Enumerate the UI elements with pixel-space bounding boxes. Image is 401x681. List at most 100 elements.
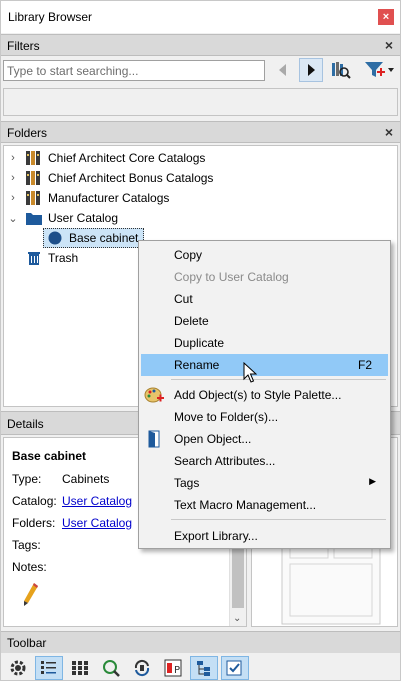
books-icon [25, 190, 43, 206]
menu-item-shortcut: F2 [357, 358, 372, 372]
forward-arrow-icon[interactable] [299, 58, 323, 82]
submenu-arrow-icon: ▶ [369, 476, 376, 486]
search-row [1, 58, 400, 86]
menu-item-label: Text Macro Management... [174, 498, 317, 512]
menu-item-copy-to-user-catalog[interactable]: Copy to User Catalog [141, 266, 388, 288]
chevron-down-icon[interactable]: ⌄ [7, 212, 19, 225]
menu-item-cut[interactable]: Cut [141, 288, 388, 310]
chevron-right-icon[interactable]: › [7, 152, 19, 164]
menu-item-open-object[interactable]: Open Object... [141, 428, 388, 450]
filters-close-button[interactable]: × [385, 37, 393, 53]
detail-key: Tags: [12, 538, 41, 552]
menu-item-tags[interactable]: Tags ▶ [141, 472, 388, 494]
checklist-icon[interactable] [221, 656, 249, 680]
toolbar-title: Toolbar [7, 636, 47, 650]
menu-item-export-library[interactable]: Export Library... [141, 525, 388, 547]
detail-row-type: Type: Cabinets [12, 472, 109, 486]
refresh-search-icon[interactable] [97, 656, 125, 680]
tree-item-base-cabinet[interactable]: Base cabinet [43, 228, 145, 248]
tree-view-icon[interactable] [190, 656, 218, 680]
menu-item-label: Add Object(s) to Style Palette... [174, 388, 342, 402]
edit-pencil-icon[interactable] [22, 582, 40, 611]
detail-row-folders: Folders: User Catalog [12, 516, 132, 530]
menu-separator [171, 379, 386, 380]
menu-item-add-to-style-palette[interactable]: Add Object(s) to Style Palette... [141, 384, 388, 406]
tree-item-user-catalog[interactable]: ⌄ User Catalog [7, 208, 118, 228]
object-name: Base cabinet [12, 449, 87, 463]
window-close-button[interactable]: × [378, 9, 394, 25]
menu-item-label: Open Object... [174, 432, 252, 446]
menu-item-label: Rename [174, 358, 220, 372]
title-bar: Library Browser × [1, 1, 400, 33]
library-search-icon[interactable] [329, 58, 353, 82]
filters-title: Filters [7, 39, 40, 53]
folder-icon [25, 210, 43, 226]
filters-header: Filters × [1, 34, 400, 56]
detail-key: Catalog: [12, 494, 57, 508]
chevron-right-icon[interactable]: › [7, 172, 19, 184]
detail-key: Notes: [12, 560, 47, 574]
menu-item-label: Copy [174, 248, 203, 262]
tree-item-trash[interactable]: Trash [25, 248, 78, 268]
menu-item-label: Tags [174, 476, 200, 490]
detail-key: Type: [12, 472, 42, 486]
folders-close-button[interactable]: × [385, 124, 393, 140]
tree-item-core-catalogs[interactable]: › Chief Architect Core Catalogs [7, 148, 205, 168]
grid-view-icon[interactable] [66, 656, 94, 680]
tree-item-label: Manufacturer Catalogs [48, 191, 170, 205]
menu-item-label: Delete [174, 314, 209, 328]
menu-item-label: Export Library... [174, 529, 258, 543]
chevron-right-icon[interactable]: › [7, 192, 19, 204]
books-icon [25, 170, 43, 186]
menu-separator [171, 519, 386, 520]
list-view-icon[interactable] [35, 656, 63, 680]
window-title: Library Browser [8, 10, 93, 24]
sync-icon[interactable] [128, 656, 156, 680]
folders-header: Folders × [1, 121, 400, 143]
tree-item-label: User Catalog [48, 211, 119, 225]
menu-item-rename[interactable]: Rename F2 [141, 354, 388, 376]
tree-item-label: Trash [48, 251, 79, 265]
svg-text:P: P [174, 665, 180, 676]
open-object-icon [144, 430, 164, 448]
menu-item-move-to-folders[interactable]: Move to Folder(s)... [141, 406, 388, 428]
menu-item-label: Move to Folder(s)... [174, 410, 279, 424]
tree-item-label: Chief Architect Core Catalogs [48, 151, 206, 165]
mouse-cursor-icon [243, 362, 257, 383]
books-icon [25, 150, 43, 166]
trash-icon [25, 250, 43, 266]
details-title: Details [7, 417, 44, 431]
menu-item-duplicate[interactable]: Duplicate [141, 332, 388, 354]
detail-key: Folders: [12, 516, 56, 530]
folders-link[interactable]: User Catalog [62, 516, 132, 530]
menu-item-search-attributes[interactable]: Search Attributes... [141, 450, 388, 472]
menu-item-copy[interactable]: Copy [141, 244, 388, 266]
detail-row-notes: Notes: [12, 560, 62, 574]
catalog-link[interactable]: User Catalog [62, 494, 132, 508]
context-menu: Copy Copy to User Catalog Cut Delete Dup… [138, 240, 391, 549]
properties-icon[interactable]: P [159, 656, 187, 680]
tree-item-bonus-catalogs[interactable]: › Chief Architect Bonus Catalogs [7, 168, 213, 188]
tree-item-label: Chief Architect Bonus Catalogs [48, 171, 214, 185]
settings-icon[interactable] [4, 656, 32, 680]
palette-icon [144, 386, 164, 404]
detail-value: Cabinets [62, 472, 110, 486]
detail-row-tags: Tags: [12, 538, 62, 552]
tree-item-label: Base cabinet [69, 231, 139, 245]
menu-item-text-macro-management[interactable]: Text Macro Management... [141, 494, 388, 516]
folders-title: Folders [7, 126, 48, 140]
menu-item-label: Duplicate [174, 336, 225, 350]
back-arrow-icon[interactable] [271, 58, 295, 82]
menu-item-label: Search Attributes... [174, 454, 276, 468]
filter-results-area [3, 88, 398, 116]
add-filter-icon[interactable] [361, 58, 397, 82]
toolbar-header: Toolbar [1, 631, 400, 653]
object-icon [46, 230, 64, 246]
search-input[interactable] [3, 60, 265, 81]
scroll-down-icon[interactable]: ⌄ [233, 613, 241, 624]
scrollbar-thumb[interactable] [232, 548, 244, 608]
toolbar-row: P [1, 655, 400, 681]
menu-item-delete[interactable]: Delete [141, 310, 388, 332]
tree-item-manufacturer-catalogs[interactable]: › Manufacturer Catalogs [7, 188, 169, 208]
menu-item-label: Copy to User Catalog [174, 270, 289, 284]
